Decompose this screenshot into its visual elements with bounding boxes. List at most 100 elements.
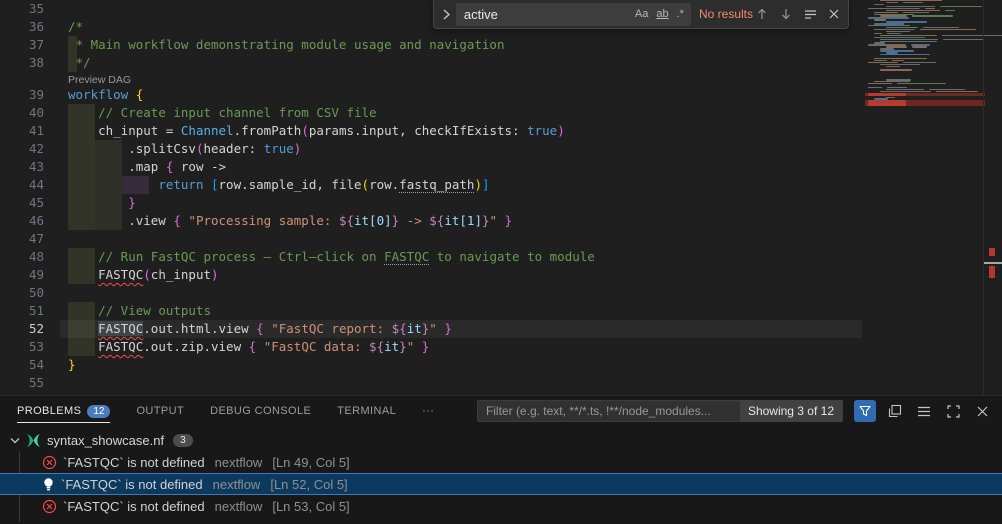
panel-tab-terminal[interactable]: TERMINAL: [337, 396, 396, 426]
code-text: ch_input = Channel.fromPath(params.input…: [68, 122, 565, 140]
code-line[interactable]: 42 .splitCsv(header: true): [0, 140, 1002, 158]
line-number[interactable]: 46: [0, 212, 44, 230]
code-token: {: [173, 213, 181, 228]
match-case-toggle[interactable]: Aa: [632, 7, 651, 21]
code-line[interactable]: 55: [0, 374, 1002, 392]
find-widget: active Aa ab .* No results: [433, 0, 849, 29]
line-number[interactable]: 51: [0, 302, 44, 320]
code-token: * Main workflow demonstrating module usa…: [68, 37, 505, 52]
problem-row[interactable]: `FASTQC` is not definednextflow[Ln 52, C…: [0, 473, 1002, 495]
code-line[interactable]: 40 // Create input channel from CSV file: [0, 104, 1002, 122]
code-line[interactable]: 48 // Run FastQC process – Ctrl–click on…: [0, 248, 1002, 266]
close-panel-icon[interactable]: [972, 401, 992, 421]
panel-tab-output[interactable]: OUTPUT: [136, 396, 184, 426]
maximize-panel-icon[interactable]: [943, 401, 963, 421]
codelens-preview-dag[interactable]: Preview DAG: [68, 73, 131, 87]
find-query-text[interactable]: active: [464, 7, 630, 22]
line-number[interactable]: 45: [0, 194, 44, 212]
panel-tab-problems[interactable]: PROBLEMS12: [17, 396, 110, 426]
code-token: }: [444, 321, 452, 336]
line-number[interactable]: 36: [0, 18, 44, 36]
overview-ruler[interactable]: [983, 0, 1002, 395]
code-line[interactable]: 52 FASTQC.out.html.view { "FastQC report…: [0, 320, 1002, 338]
code-token: ->: [399, 213, 429, 228]
code-text: FASTQC.out.html.view { "FastQC report: $…: [68, 320, 452, 338]
find-previous-button[interactable]: [753, 5, 771, 23]
minimap-line: [874, 37, 925, 38]
line-number[interactable]: 43: [0, 158, 44, 176]
line-number[interactable]: 38: [0, 54, 44, 72]
line-number[interactable]: 37: [0, 36, 44, 54]
line-number[interactable]: 53: [0, 338, 44, 356]
code-text: .map { row ->: [68, 158, 226, 176]
minimap-line: [945, 10, 955, 11]
filter-icon[interactable]: [854, 400, 876, 422]
error-icon: [42, 455, 57, 470]
problem-row[interactable]: `FASTQC` is not definednextflow[Ln 53, C…: [0, 495, 1002, 517]
line-number[interactable]: 55: [0, 374, 44, 392]
line-number[interactable]: 47: [0, 230, 44, 248]
code-line[interactable]: 51 // View outputs: [0, 302, 1002, 320]
line-number[interactable]: 48: [0, 248, 44, 266]
code-token: header:: [203, 141, 263, 156]
panel-tab-label: OUTPUT: [136, 405, 184, 417]
find-in-selection-button[interactable]: [801, 5, 819, 23]
minimap-line: [925, 8, 934, 9]
panel-tab-debug-console[interactable]: DEBUG CONSOLE: [210, 396, 311, 426]
code-token: }: [422, 339, 430, 354]
line-number[interactable]: 49: [0, 266, 44, 284]
problems-file-group[interactable]: syntax_showcase.nf 3: [0, 429, 1002, 451]
find-close-button[interactable]: [825, 5, 843, 23]
minimap-line: [912, 15, 952, 16]
code-line[interactable]: 44 return [row.sample_id, file(row.fastq…: [0, 176, 1002, 194]
code-line[interactable]: 43 .map { row ->: [0, 158, 1002, 176]
line-number[interactable]: 44: [0, 176, 44, 194]
problem-message: `FASTQC` is not defined: [61, 477, 203, 492]
find-next-button[interactable]: [777, 5, 795, 23]
code-token: ): [474, 177, 482, 192]
toggle-replace-button[interactable]: [439, 6, 454, 22]
collapse-all-icon[interactable]: [885, 401, 905, 421]
code-token: workflow: [68, 87, 128, 102]
code-line[interactable]: 50: [0, 284, 1002, 302]
panel-tab--[interactable]: ···: [422, 396, 434, 426]
code-line[interactable]: 47: [0, 230, 1002, 248]
minimap-line: [886, 89, 924, 90]
line-number[interactable]: 35: [0, 0, 44, 18]
line-number[interactable]: 52: [0, 320, 44, 338]
code-token: .out.html.view: [143, 321, 256, 336]
find-input[interactable]: active Aa ab .*: [456, 3, 691, 26]
code-line[interactable]: 39workflow {: [0, 86, 1002, 104]
code-line[interactable]: 41 ch_input = Channel.fromPath(params.in…: [0, 122, 1002, 140]
code-token: [: [211, 177, 219, 192]
code-line[interactable]: 38 */: [0, 54, 1002, 72]
code-line[interactable]: 46 .view { "Processing sample: ${it[0]} …: [0, 212, 1002, 230]
minimap-line: [920, 29, 976, 30]
view-as-list-icon[interactable]: [914, 401, 934, 421]
minimap-line: [880, 41, 937, 42]
line-number[interactable]: 50: [0, 284, 44, 302]
code-line[interactable]: 49 FASTQC(ch_input): [0, 266, 1002, 284]
line-number[interactable]: 42: [0, 140, 44, 158]
code-editor[interactable]: Preview DAG 3536/*37 * Main workflow dem…: [0, 0, 1002, 395]
code-token: ): [211, 267, 219, 282]
problem-row[interactable]: `FASTQC` is not definednextflow[Ln 49, C…: [0, 451, 1002, 473]
whole-word-toggle[interactable]: ab: [653, 7, 671, 21]
line-number[interactable]: 39: [0, 86, 44, 104]
code-text: // Create input channel from CSV file: [68, 104, 377, 122]
code-line[interactable]: 54}: [0, 356, 1002, 374]
line-number[interactable]: 40: [0, 104, 44, 122]
filter-input[interactable]: Filter (e.g. text, **/*.ts, !**/node_mod…: [478, 404, 740, 418]
regex-toggle[interactable]: .*: [674, 7, 687, 21]
line-number[interactable]: 54: [0, 356, 44, 374]
lightbulb-icon[interactable]: [42, 477, 55, 492]
code-token: [68, 177, 158, 192]
minimap-line: [880, 35, 937, 36]
code-line[interactable]: 45 }: [0, 194, 1002, 212]
code-line[interactable]: 53 FASTQC.out.zip.view { "FastQC data: $…: [0, 338, 1002, 356]
line-number[interactable]: 41: [0, 122, 44, 140]
code-token: [68, 249, 98, 264]
minimap[interactable]: [865, 0, 985, 395]
code-token: .out.zip.view: [143, 339, 248, 354]
code-line[interactable]: 37 * Main workflow demonstrating module …: [0, 36, 1002, 54]
